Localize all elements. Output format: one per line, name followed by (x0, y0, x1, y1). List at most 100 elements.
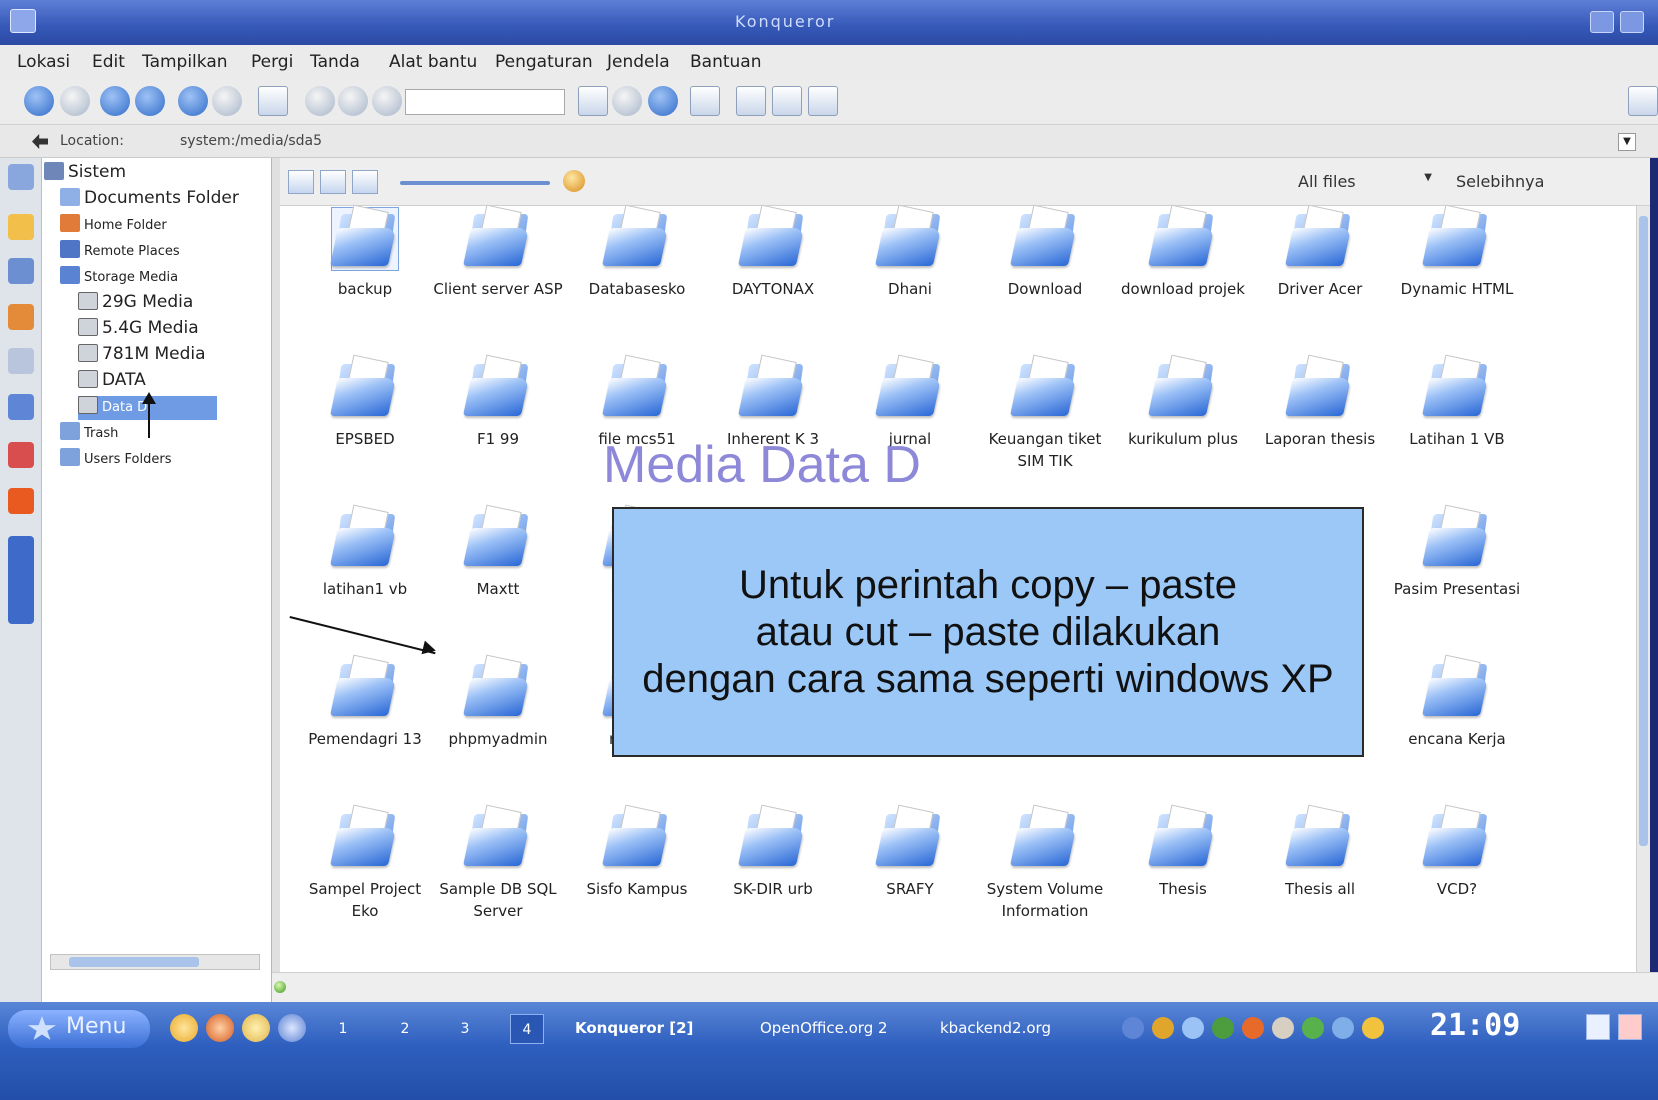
services-tab-icon[interactable] (8, 394, 34, 420)
task-kbackend[interactable]: kbackend2.org (940, 1012, 1051, 1044)
bookmarks-tab-icon[interactable] (8, 164, 34, 190)
tree-root-sistem[interactable]: Sistem (44, 162, 126, 186)
tray-mixer-icon[interactable] (1272, 1017, 1294, 1039)
folder-item[interactable]: Thesis (1118, 804, 1248, 900)
folder-item[interactable]: VCD? (1392, 804, 1522, 900)
folder-item[interactable]: Pemendagri 13 (300, 654, 430, 750)
minimize-icon[interactable] (1590, 11, 1614, 33)
forward-icon[interactable] (338, 86, 368, 116)
folder-item[interactable]: encana Kerja (1392, 654, 1522, 750)
folder-item[interactable]: F1 99 (433, 354, 563, 450)
tree-item-5g[interactable]: 5.4G Media (78, 318, 199, 342)
tray-network-icon[interactable] (1122, 1017, 1144, 1039)
menu-tampilkan[interactable]: Tampilkan (142, 52, 228, 72)
browser-icon[interactable] (206, 1014, 234, 1042)
undo-icon[interactable] (612, 86, 642, 116)
detail-view-icon[interactable] (772, 86, 802, 116)
network-tab-icon[interactable] (8, 348, 34, 374)
tree-item-data[interactable]: DATA (78, 370, 146, 394)
folder-item[interactable]: backup (300, 204, 430, 300)
columns-mode-icon[interactable] (352, 170, 378, 194)
desktop-3[interactable]: 3 (448, 1014, 482, 1044)
folder-item[interactable]: Keuangan tiket SIM TIK (980, 354, 1110, 472)
folder-item[interactable]: Sampel Project Eko (300, 804, 430, 922)
find-icon[interactable] (100, 86, 130, 116)
tray-security-icon[interactable] (1362, 1017, 1384, 1039)
office-icon[interactable] (242, 1014, 270, 1042)
close-icon[interactable] (1620, 11, 1644, 33)
root-tab-icon[interactable] (8, 488, 34, 514)
desktop-2[interactable]: 2 (388, 1014, 422, 1044)
back-icon[interactable] (305, 86, 335, 116)
system-tab-icon[interactable] (8, 536, 34, 624)
search-icon[interactable] (372, 86, 402, 116)
location-input[interactable]: system:/media/sda5 (180, 133, 322, 149)
folder-item[interactable]: Databasesko (572, 204, 702, 300)
scrollbar-thumb[interactable] (1639, 216, 1648, 846)
launcher-icon[interactable] (170, 1014, 198, 1042)
history-tab-icon[interactable] (8, 258, 34, 284)
desktop-4[interactable]: 4 (510, 1014, 544, 1044)
tree-item-29g[interactable]: 29G Media (78, 292, 193, 316)
desktop-1[interactable]: 1 (326, 1014, 360, 1044)
title-bar[interactable]: Konqueror (0, 0, 1658, 45)
folder-item[interactable]: DAYTONAX (708, 204, 838, 300)
redo-icon[interactable] (648, 86, 678, 116)
tree-item-home[interactable]: Home Folder (60, 214, 167, 238)
zoom-out-icon[interactable] (60, 86, 90, 116)
tray-info-icon[interactable] (1332, 1017, 1354, 1039)
split-view-icon[interactable] (808, 86, 838, 116)
folder-item[interactable]: Pasim Presentasi (1392, 504, 1522, 600)
menu-lokasi[interactable]: Lokasi (17, 52, 70, 72)
folder-item[interactable]: Client server ASP (433, 204, 563, 300)
folder-item[interactable]: System Volume Information (980, 804, 1110, 922)
folder-item[interactable]: EPSBED (300, 354, 430, 450)
zoom-in-icon[interactable] (24, 86, 54, 116)
tray-clipboard-icon[interactable] (1182, 1017, 1204, 1039)
window-menu-icon[interactable] (10, 9, 36, 33)
tray-monitor-icon[interactable] (1212, 1017, 1234, 1039)
scrollbar-thumb[interactable] (69, 957, 199, 967)
clear-location-icon[interactable] (32, 134, 48, 149)
folder-item[interactable]: SRAFY (845, 804, 975, 900)
search-input[interactable] (405, 89, 565, 115)
folder-item[interactable]: kurikulum plus (1118, 354, 1248, 450)
home-tab-icon[interactable] (8, 304, 34, 330)
icons-mode-icon[interactable] (288, 170, 314, 194)
folder-item[interactable]: Latihan 1 VB (1392, 354, 1522, 450)
folder-item[interactable]: phpmyadmin (433, 654, 563, 750)
menu-pergi[interactable]: Pergi (251, 52, 293, 72)
tree-item-documents[interactable]: Documents Folder (60, 188, 239, 212)
folder-item[interactable]: download projek (1118, 204, 1248, 300)
user-icon[interactable] (278, 1014, 306, 1042)
task-konqueror[interactable]: Konqueror [2] (575, 1012, 693, 1044)
folder-item[interactable]: Driver Acer (1255, 204, 1385, 300)
location-dropdown-icon[interactable]: ▼ (1618, 133, 1636, 151)
up-icon[interactable] (178, 86, 208, 116)
tray-update-icon[interactable] (1152, 1017, 1174, 1039)
folder-item[interactable]: Dynamic HTML (1392, 204, 1522, 300)
home-icon[interactable] (135, 86, 165, 116)
folder-item[interactable]: latihan1 vb (300, 504, 430, 600)
media-tab-icon[interactable] (8, 442, 34, 468)
menu-pengaturan[interactable]: Pengaturan (495, 52, 593, 72)
tree-item-storage[interactable]: Storage Media (60, 266, 178, 290)
tree-item-781m[interactable]: 781M Media (78, 344, 206, 368)
tray-firefox-icon[interactable] (1242, 1017, 1264, 1039)
file-filter-select[interactable]: All files ▼ (1290, 168, 1440, 196)
menu-alat-bantu[interactable]: Alat bantu (389, 52, 477, 72)
folder-item[interactable]: Dhani (845, 204, 975, 300)
logout-icon[interactable] (1618, 1014, 1642, 1040)
tree-horizontal-scrollbar[interactable] (50, 954, 260, 970)
details-mode-icon[interactable] (320, 170, 346, 194)
tree-item-users[interactable]: Users Folders (60, 448, 171, 472)
menu-jendela[interactable]: Jendela (607, 52, 670, 72)
folder-item[interactable]: Laporan thesis (1255, 354, 1385, 450)
folder-item[interactable]: Download (980, 204, 1110, 300)
more-button[interactable]: Selebihnya (1456, 172, 1544, 191)
folder-item[interactable]: Thesis all (1255, 804, 1385, 900)
folder-item[interactable]: SK-DIR urb (708, 804, 838, 900)
menu-tanda[interactable]: Tanda (310, 52, 360, 72)
favorites-tab-icon[interactable] (8, 214, 34, 240)
start-menu-button[interactable]: Menu (8, 1010, 150, 1048)
